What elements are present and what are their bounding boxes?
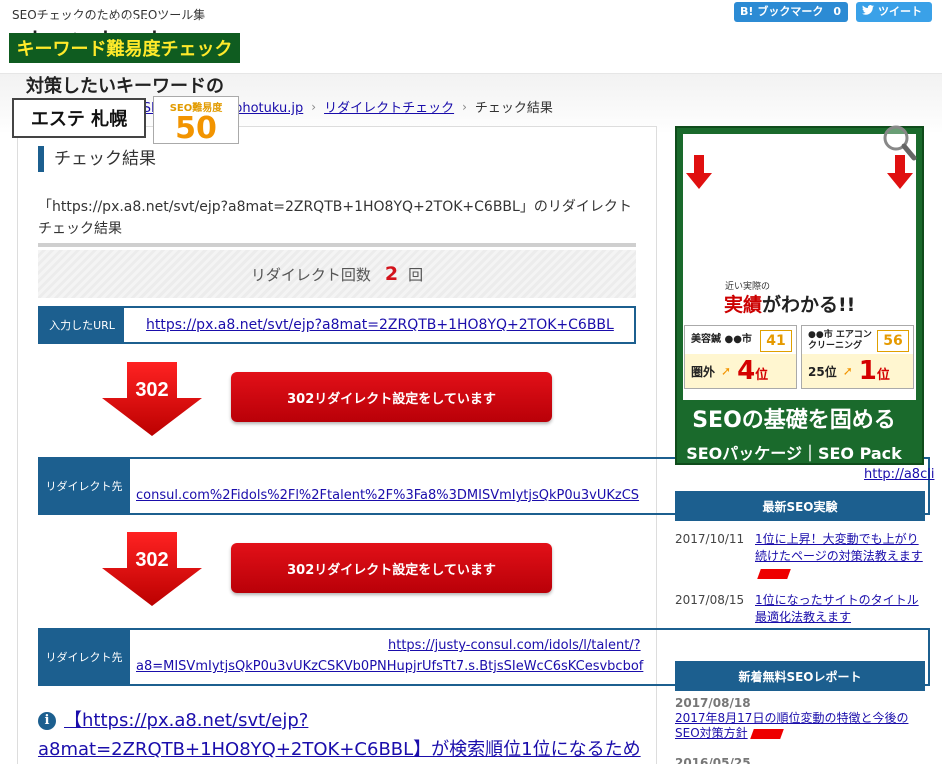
redirect-url-line[interactable]: https://justy-consul.com/idols/l/talent/…	[388, 636, 641, 656]
chevron-right-icon: ›	[462, 99, 467, 114]
tweet-button[interactable]: ツイート	[856, 2, 932, 22]
ad-keyword-title: キーワード難易度チェック	[9, 33, 240, 63]
ad-case-score: 41	[760, 330, 792, 352]
ad-case-rank: 1位	[859, 356, 890, 386]
redirect-arrow-icon: 302	[102, 362, 202, 436]
ad-top-text: SEOの難しさが"数値"でわかる!!	[26, 18, 224, 33]
ad-keyword-box: エステ 札幌	[12, 98, 146, 138]
sidebar-post-date: 2017/10/11	[675, 532, 745, 546]
ad-case-card: ●●市 エアコンクリーニング 56 25位 ➚ 1位	[801, 325, 914, 389]
twitter-bird-icon	[862, 2, 874, 22]
sidebar-report-title[interactable]: 2017年8月17日の順位変動の特徴と今後のSEO対策方針	[675, 711, 908, 740]
hatena-bookmark-count: 0	[833, 5, 842, 18]
redirect-count-value: 2	[384, 263, 399, 285]
redirect-status-code: 302	[135, 549, 168, 571]
redirect-message-banner: 302リダイレクト設定をしています	[231, 543, 552, 593]
input-url-row: 入力したURL https://px.a8.net/svt/ejp?a8mat=…	[38, 306, 636, 344]
redirect-count-label: リダイレクト回数	[250, 265, 371, 284]
divider	[38, 243, 636, 247]
ad-case-rank-value: 1	[858, 356, 877, 386]
free-seo-reports-heading: 新着無料SEOレポート	[675, 661, 925, 691]
ad-case-from: 25位	[808, 364, 837, 379]
sidebar-post-date: 2017/08/15	[675, 593, 745, 607]
orange-arrow-icon: ➚	[842, 364, 853, 378]
redirect-url-line[interactable]: a8=MISVmIytjsQkP0u3vUKzCSKVb0PNHupjrUfsT…	[136, 657, 643, 677]
hatena-bookmark-label: ブックマーク	[757, 5, 824, 18]
ad-case-name: 美容鍼 ●●市	[691, 334, 752, 345]
sidebar-report: 2016/05/25	[675, 756, 925, 764]
orange-arrow-icon: ➚	[721, 364, 732, 378]
result-description: 「https://px.a8.net/svt/ejp?a8mat=2ZRQTB+…	[38, 199, 632, 237]
sidebar-report: 2017/08/18 2017年8月17日の順位変動の特徴と今後のSEO対策方針	[675, 696, 925, 741]
ad-bottom-subline: SEOパッケージ｜SEO Pack	[686, 444, 902, 463]
redirect-count-box: リダイレクト回数 2 回	[38, 250, 636, 298]
sidebar-report-date: 2016/05/25	[675, 756, 751, 764]
ad-case-from: 圏外	[691, 364, 716, 379]
redirect-url-line[interactable]: consul.com%2Fidols%2Fl%2Ftalent%2F%3Fa8%…	[136, 486, 639, 506]
redirect-arrow-icon: 302	[102, 532, 202, 606]
ad-case-result: 圏外 ➚ 4位	[685, 354, 796, 388]
magnifier-icon	[870, 124, 918, 162]
new-badge	[749, 728, 784, 739]
ad-case-name: ●●市 エアコンクリーニング	[808, 330, 872, 351]
ad-subtitle: 対策したいキーワードの	[26, 76, 224, 97]
hatena-b-icon: B!	[740, 5, 754, 18]
info-icon: i	[38, 712, 56, 730]
ad-score-value: 50	[175, 111, 217, 146]
ad-case-card: 美容鍼 ●●市 41 圏外 ➚ 4位	[684, 325, 797, 389]
new-badge	[757, 568, 791, 579]
ad-result-rest: がわかる!!	[762, 294, 856, 316]
page-title: チェック結果	[38, 146, 156, 172]
redirect-count-unit: 回	[408, 265, 424, 284]
red-down-arrow-icon	[686, 155, 712, 189]
input-url-link[interactable]: https://px.a8.net/svt/ejp?a8mat=2ZRQTB+1…	[124, 308, 614, 342]
ad-case-rank-unit: 位	[876, 368, 890, 383]
redirect-status-code: 302	[135, 379, 168, 401]
redirect-url-line[interactable]: http://a8cli	[864, 465, 934, 485]
ad-bottom-headline: SEOの基礎を固める	[692, 408, 896, 433]
sidebar-report-link[interactable]: 2017年8月17日の順位変動の特徴と今後のSEO対策方針	[675, 711, 925, 741]
ad-result-text: 実績がわかる!!	[724, 290, 855, 317]
sidebar-post-title[interactable]: 1位になったサイトのタイトル最適化法教えます	[755, 592, 925, 626]
ad-case-rank-value: 4	[737, 356, 756, 386]
redirect-destination-label: リダイレクト先	[38, 630, 130, 684]
redirect-message-banner: 302リダイレクト設定をしています	[231, 372, 552, 422]
ad-case-result: 25位 ➚ 1位	[802, 354, 913, 388]
ad-case-score: 56	[877, 330, 909, 352]
ad-result-red: 実績	[724, 294, 763, 316]
hatena-bookmark-button[interactable]: B! ブックマーク 0	[734, 2, 848, 22]
input-url-label: 入力したURL	[40, 308, 124, 342]
ad-case-rank-unit: 位	[755, 368, 769, 383]
latest-seo-experiments-heading: 最新SEO実験	[675, 491, 925, 521]
sidebar-report-date: 2017/08/18	[675, 696, 751, 710]
tweet-label: ツイート	[878, 5, 922, 18]
sidebar-post-title[interactable]: 1位に上昇！大変動でも上がり続けたページの対策法教えます	[755, 532, 923, 563]
redirect-destination-label: リダイレクト先	[38, 459, 130, 513]
chevron-right-icon: ›	[311, 99, 317, 114]
related-article-title[interactable]: 【https://px.a8.net/svt/ejp?a8mat=2ZRQTB+…	[38, 710, 641, 760]
breadcrumb-current: チェック結果	[474, 101, 553, 116]
ad-score-box: SEO難易度 50	[153, 96, 239, 144]
sidebar-post: 2017/10/11 1位に上昇！大変動でも上がり続けたページの対策法教えます	[675, 531, 925, 581]
sidebar-post-link[interactable]: 1位に上昇！大変動でも上がり続けたページの対策法教えます	[755, 531, 925, 582]
ad-case-rank: 4位	[737, 356, 768, 386]
related-article-link[interactable]: i 【https://px.a8.net/svt/ejp?a8mat=2ZRQTB…	[38, 706, 648, 764]
breadcrumb-redirect-check-link[interactable]: リダイレクトチェック	[324, 97, 454, 116]
sidebar-post: 2017/08/15 1位になったサイトのタイトル最適化法教えます	[675, 592, 925, 626]
